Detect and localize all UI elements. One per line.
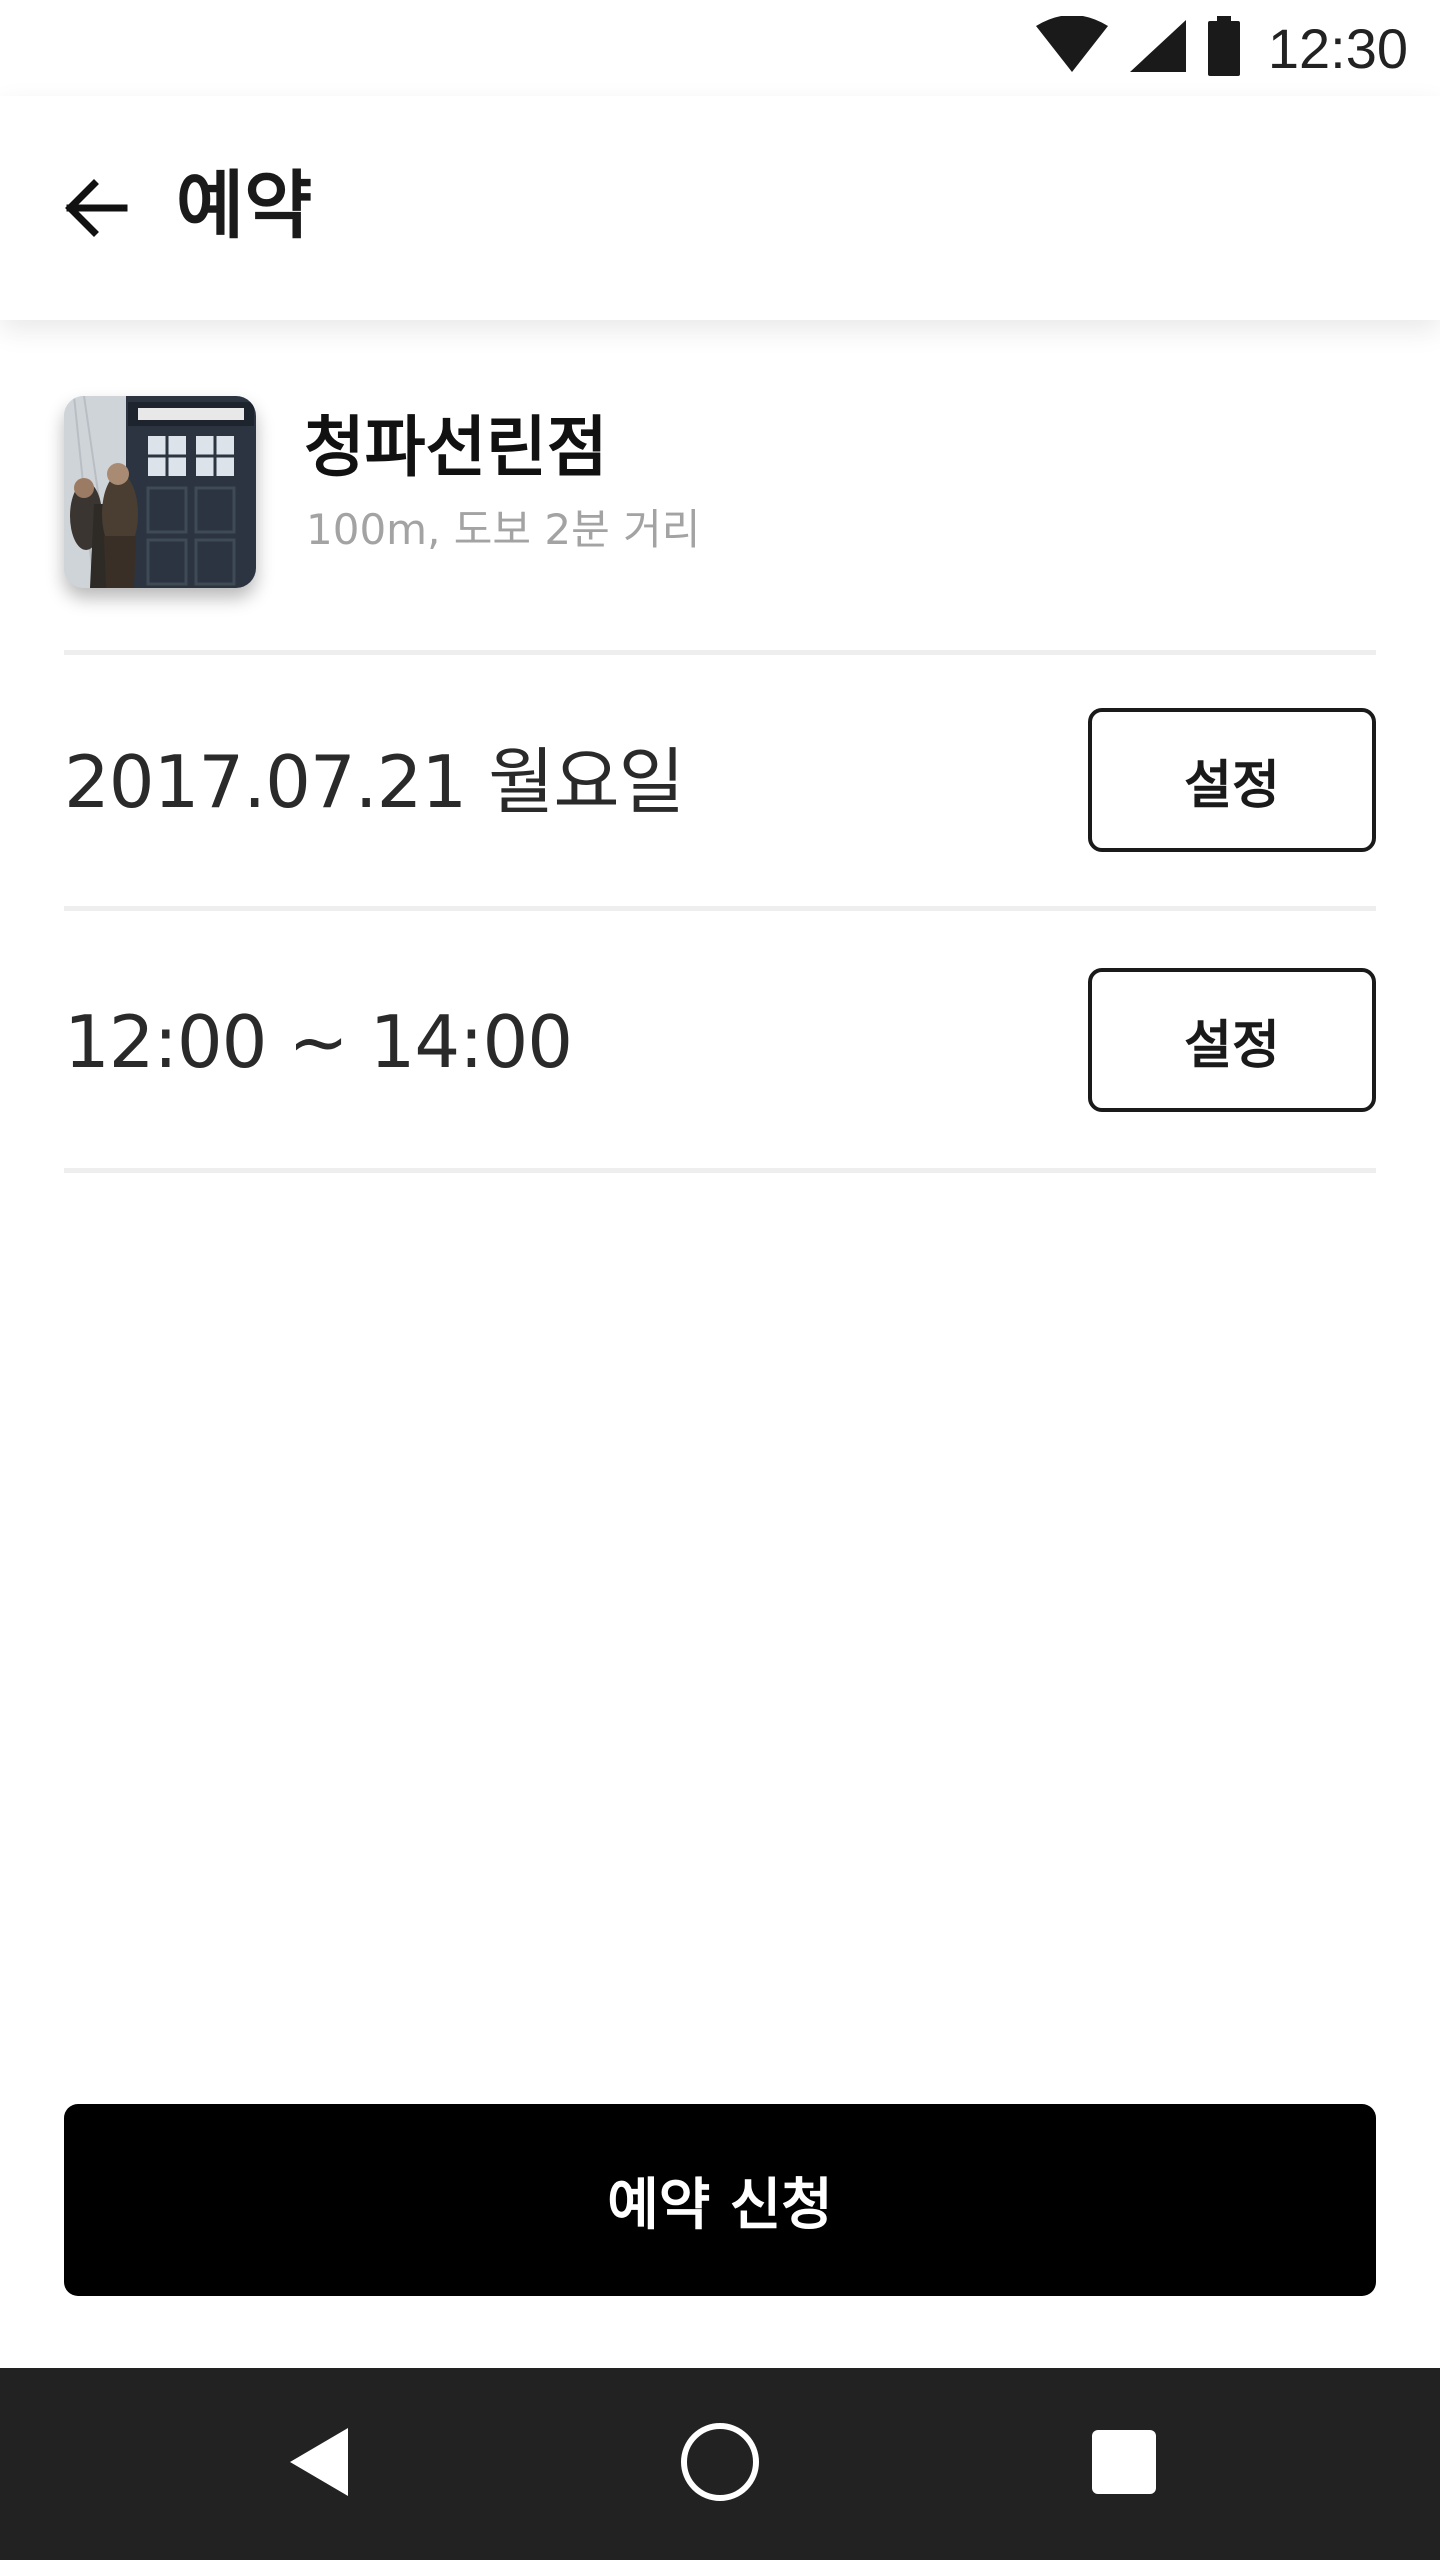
- time-row: 12:00 ~ 14:00 설정: [64, 968, 1376, 1118]
- nav-home-button[interactable]: [660, 2404, 780, 2524]
- divider: [64, 1168, 1376, 1173]
- nav-back-button[interactable]: [258, 2404, 378, 2524]
- page-title: 예약: [176, 163, 313, 249]
- reservation-time: 12:00 ~ 14:00: [64, 1000, 573, 1084]
- recents-square-icon: [1089, 2427, 1159, 2501]
- store-distance: 100m, 도보 2분 거리: [306, 505, 701, 554]
- date-set-button[interactable]: 설정: [1088, 708, 1376, 852]
- reserve-submit-button[interactable]: 예약 신청: [64, 2104, 1376, 2296]
- status-icons: 12:30: [1034, 0, 1408, 96]
- reservation-date: 2017.07.21 월요일: [64, 740, 685, 824]
- date-row: 2017.07.21 월요일 설정: [64, 708, 1376, 858]
- app-bar: 예약: [0, 96, 1440, 320]
- store-header: 청파선린점 100m, 도보 2분 거리: [64, 396, 1376, 588]
- divider: [64, 906, 1376, 911]
- store-thumbnail: [64, 396, 256, 588]
- battery-icon: [1206, 16, 1242, 80]
- time-set-button[interactable]: 설정: [1088, 968, 1376, 1112]
- nav-recents-button[interactable]: [1064, 2404, 1184, 2524]
- back-triangle-icon: [282, 2422, 354, 2506]
- arrow-left-icon: [62, 178, 130, 242]
- store-name: 청파선린점: [304, 409, 608, 486]
- divider: [64, 650, 1376, 655]
- back-button[interactable]: [48, 162, 144, 258]
- navigation-bar: [0, 2368, 1440, 2560]
- cellular-signal-icon: [1128, 18, 1188, 78]
- home-circle-icon: [678, 2420, 762, 2508]
- status-time: 12:30: [1267, 16, 1408, 80]
- wifi-icon: [1034, 15, 1110, 80]
- status-bar: 12:30: [0, 0, 1440, 96]
